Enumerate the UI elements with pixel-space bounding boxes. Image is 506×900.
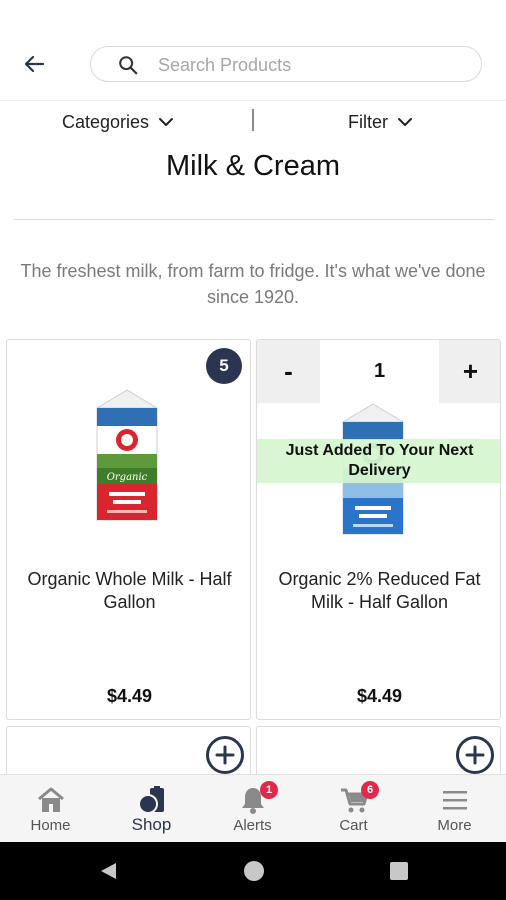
title-divider [14,219,494,220]
nav-label: More [437,817,472,834]
quantity-value: 1 [373,360,386,382]
home-icon [34,783,67,816]
quantity-stepper: - 1 + [257,340,500,403]
filter-label: Filter [348,111,388,132]
add-to-cart-button[interactable] [456,736,494,774]
whole-milk-carton-image: Organic [95,389,159,521]
nav-cart[interactable]: 6 Cart [303,775,404,843]
product-name[interactable]: Organic 2% Reduced Fat Milk - Half Gallo… [267,568,492,614]
nav-home[interactable]: Home [0,775,101,843]
nav-label: Shop [131,815,172,834]
system-home-icon[interactable] [244,861,264,881]
chevron-down-icon [398,118,412,126]
shop-icon [135,783,168,816]
plus-icon [215,745,235,765]
bottom-navigation: Home Shop 1 Alerts 6 Cart More [0,774,506,842]
product-name[interactable]: Organic Whole Milk - Half Gallon [17,568,242,614]
menu-icon [438,783,471,816]
nav-label: Alerts [233,817,272,834]
increase-quantity-button[interactable]: + [439,340,500,403]
system-recents-icon[interactable] [390,862,408,880]
search-bar[interactable] [90,46,482,82]
search-icon [119,56,138,75]
product-price: $4.49 [356,686,403,706]
decrease-quantity-button[interactable]: - [257,340,320,403]
header [0,0,506,100]
nav-label: Cart [339,817,368,834]
filter-bar: Categories Filter [0,103,506,139]
add-to-cart-button[interactable] [206,736,244,774]
cart-count-badge[interactable]: 5 [206,348,242,384]
arrow-left-icon [24,55,45,73]
filter-separator [252,109,254,131]
filter-dropdown[interactable]: Filter [348,109,414,135]
svg-text:Organic: Organic [107,472,148,483]
nav-shop[interactable]: Shop [101,775,202,843]
product-card[interactable]: 5 Organic Organic Whole Milk - Half Gall… [6,339,251,720]
plus-icon [465,745,485,765]
alerts-count-badge: 1 [260,781,278,799]
page-tagline: The freshest milk, from farm to fridge. … [20,261,486,307]
chevron-down-icon [159,118,174,126]
nav-more[interactable]: More [404,775,505,843]
search-input[interactable] [158,53,458,77]
header-divider [0,100,506,101]
system-back-icon[interactable] [98,861,118,881]
categories-label: Categories [62,111,150,132]
back-button[interactable] [16,46,52,82]
page-title: Milk & Cream [165,150,340,182]
nav-label: Home [30,817,71,834]
added-to-delivery-banner: Just Added To Your Next Delivery [257,439,500,483]
product-card[interactable]: - 1 + Just Added To Your Next Delivery O… [256,339,501,720]
categories-dropdown[interactable]: Categories [62,109,175,135]
product-price: $4.49 [106,686,153,706]
system-navigation-bar [0,842,506,900]
app-screen: Categories Filter Milk & Cream The fresh… [0,0,506,900]
nav-alerts[interactable]: 1 Alerts [202,775,303,843]
cart-count-badge: 6 [361,781,379,799]
